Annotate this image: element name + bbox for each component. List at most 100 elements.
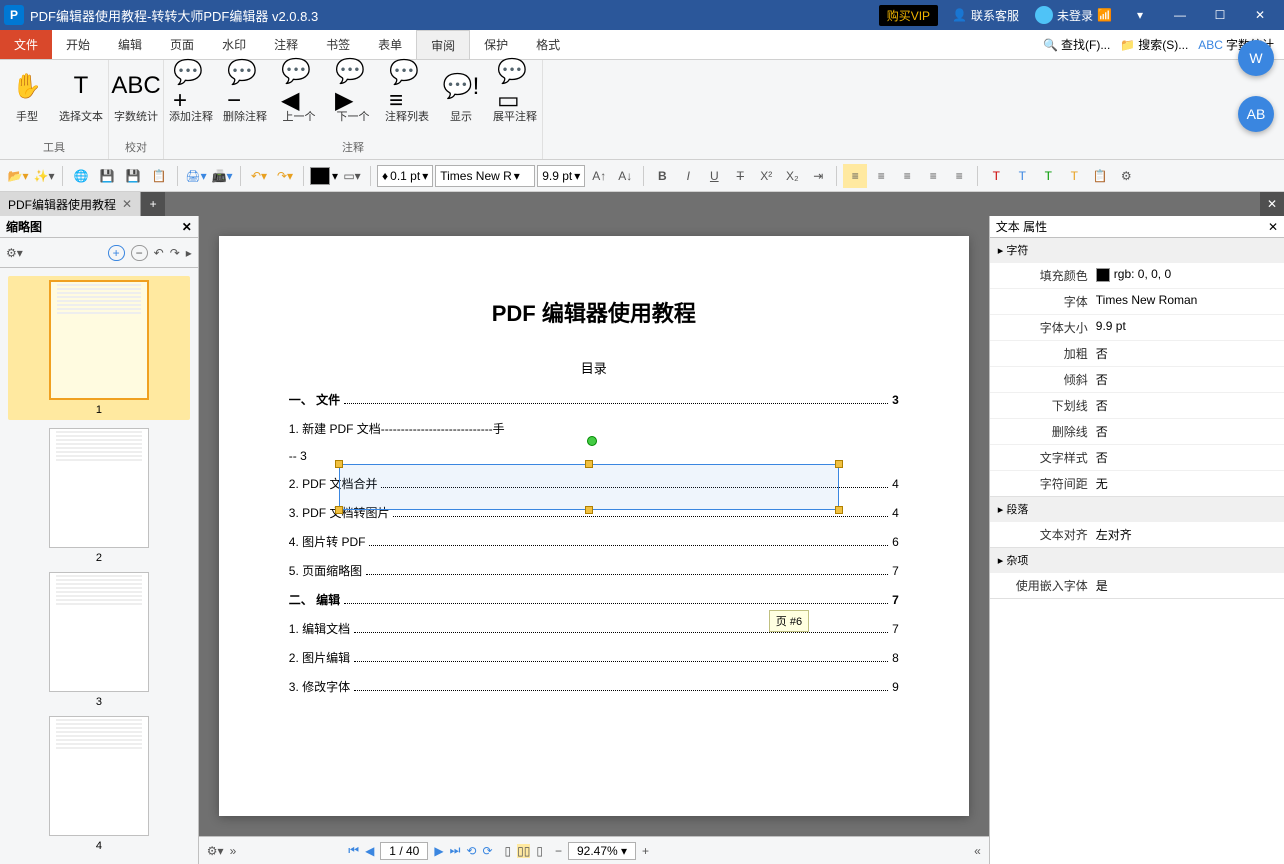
toc-line[interactable]: 一、 文件3 xyxy=(289,385,899,414)
last-page-button[interactable]: ⏭ xyxy=(450,843,461,858)
increase-font-button[interactable]: A↑ xyxy=(587,164,611,188)
thumbnail-item[interactable]: 1 xyxy=(8,276,190,420)
zoom-field[interactable]: 92.47% ▾ xyxy=(568,842,636,860)
props-section-header[interactable]: ▸ 段落 xyxy=(990,497,1284,521)
status-options-icon[interactable]: ⚙▾ xyxy=(207,844,224,858)
tab-edit[interactable]: 编辑 xyxy=(104,30,156,59)
ribbon-item[interactable]: 💬+添加注释 xyxy=(164,64,218,137)
selection-handle-se[interactable] xyxy=(835,506,843,514)
rotate-right-thumbs-icon[interactable]: ↷ xyxy=(170,246,180,260)
props-section-header[interactable]: ▸ 杂项 xyxy=(990,548,1284,572)
tab-bookmark[interactable]: 书签 xyxy=(312,30,364,59)
dropdown-window-button[interactable]: ▾ xyxy=(1120,1,1160,29)
thumbnails-list[interactable]: 1234 xyxy=(0,268,198,864)
find-button[interactable]: 🔍查找(F)... xyxy=(1043,36,1110,53)
selection-handle-n[interactable] xyxy=(585,460,593,468)
ribbon-item[interactable]: 💬◀上一个 xyxy=(272,64,326,137)
thumbs-options-icon[interactable]: ⚙▾ xyxy=(6,246,23,260)
web-button[interactable]: 🌐 xyxy=(69,164,93,188)
minimize-button[interactable]: — xyxy=(1160,1,1200,29)
props-row[interactable]: 字体Times New Roman xyxy=(990,288,1284,314)
font-size-field[interactable]: 9.9 pt▾ xyxy=(537,165,585,187)
close-thumbnails-icon[interactable]: ✕ xyxy=(182,220,192,234)
save-button[interactable]: 💾 xyxy=(95,164,119,188)
continuous-view-icon[interactable]: ▯▯ xyxy=(517,844,530,858)
ribbon-item[interactable]: ✋手型 xyxy=(0,64,54,137)
italic-button[interactable]: I xyxy=(676,164,700,188)
search-button[interactable]: 📁搜索(S)... xyxy=(1120,36,1188,53)
toc-line[interactable]: 2. 图片编辑8 xyxy=(289,643,899,672)
close-window-button[interactable]: ✕ xyxy=(1240,1,1280,29)
selection-handle-sw[interactable] xyxy=(335,506,343,514)
props-row[interactable]: 文本对齐左对齐 xyxy=(990,521,1284,547)
clipboard-button[interactable]: 📋 xyxy=(1088,164,1112,188)
undo-button[interactable]: ↶▾ xyxy=(247,164,271,188)
close-properties-icon[interactable]: ✕ xyxy=(1268,220,1278,234)
history-back-button[interactable]: ⟲ xyxy=(466,844,476,858)
props-row[interactable]: 倾斜否 xyxy=(990,366,1284,392)
props-row[interactable]: 字符间距无 xyxy=(990,470,1284,496)
color-picker[interactable] xyxy=(310,167,330,185)
tab-file[interactable]: 文件 xyxy=(0,30,52,59)
text-green-button[interactable]: T xyxy=(1036,164,1060,188)
indent-button[interactable]: ⇥ xyxy=(806,164,830,188)
single-page-view-icon[interactable]: ▯ xyxy=(505,844,512,858)
ribbon-item[interactable]: T选择文本 xyxy=(54,64,108,137)
align-center-button[interactable]: ≡ xyxy=(869,164,893,188)
buy-vip-button[interactable]: 购买VIP xyxy=(879,5,938,26)
toc-line[interactable]: 4. 图片转 PDF6 xyxy=(289,527,899,556)
decrease-font-button[interactable]: A↓ xyxy=(613,164,637,188)
login-status[interactable]: 未登录 📶 xyxy=(1035,6,1112,24)
close-tab-icon[interactable]: ✕ xyxy=(122,197,132,211)
props-row[interactable]: 填充颜色rgb: 0, 0, 0 xyxy=(990,262,1284,288)
tab-protect[interactable]: 保护 xyxy=(470,30,522,59)
selection-handle-s[interactable] xyxy=(585,506,593,514)
settings-button[interactable]: ⚙ xyxy=(1114,164,1138,188)
tab-comment[interactable]: 注释 xyxy=(260,30,312,59)
props-row[interactable]: 删除线否 xyxy=(990,418,1284,444)
color-dropdown-icon[interactable]: ▾ xyxy=(332,169,338,183)
float-word-button[interactable]: W xyxy=(1238,40,1274,76)
maximize-button[interactable]: ☐ xyxy=(1200,1,1240,29)
tab-start[interactable]: 开始 xyxy=(52,30,104,59)
zoom-in-thumbs-icon[interactable]: + xyxy=(108,245,125,261)
status-collapse-icon[interactable]: « xyxy=(974,844,981,858)
float-ab-button[interactable]: AB xyxy=(1238,96,1274,132)
redo-button[interactable]: ↷▾ xyxy=(273,164,297,188)
document-scroll[interactable]: PDF 编辑器使用教程 目录 一、 文件31. 新建 PDF 文档-------… xyxy=(199,216,989,836)
text-blue-button[interactable]: T xyxy=(1010,164,1034,188)
zoom-out-button[interactable]: − xyxy=(555,844,562,858)
strike-button[interactable]: T xyxy=(728,164,752,188)
superscript-button[interactable]: X² xyxy=(754,164,778,188)
align-distribute-button[interactable]: ≡ xyxy=(947,164,971,188)
page-number-field[interactable]: 1 / 40 xyxy=(380,842,428,860)
selection-handle-ne[interactable] xyxy=(835,460,843,468)
status-expand-icon[interactable]: » xyxy=(230,844,237,858)
bold-button[interactable]: B xyxy=(650,164,674,188)
first-page-button[interactable]: ⏮ xyxy=(348,843,359,858)
new-button[interactable]: ✨▾ xyxy=(32,164,56,188)
tab-watermark[interactable]: 水印 xyxy=(208,30,260,59)
rotate-left-thumbs-icon[interactable]: ↶ xyxy=(154,246,164,260)
open-button[interactable]: 📂▾ xyxy=(6,164,30,188)
ribbon-item[interactable]: 💬≡注释列表 xyxy=(380,64,434,137)
zoom-out-thumbs-icon[interactable]: − xyxy=(131,245,148,261)
props-row[interactable]: 使用嵌入字体是 xyxy=(990,572,1284,598)
ribbon-item[interactable]: 💬−删除注释 xyxy=(218,64,272,137)
toc-line[interactable]: 3. 修改字体9 xyxy=(289,672,899,701)
thumbnail-item[interactable]: 3 xyxy=(8,572,190,708)
saveall-button[interactable]: 💾 xyxy=(121,164,145,188)
font-family-field[interactable]: Times New R▾ xyxy=(435,165,535,187)
document-tab[interactable]: PDF编辑器使用教程 ✕ xyxy=(0,192,141,216)
close-all-tabs-button[interactable]: ✕ xyxy=(1260,192,1284,216)
tab-page[interactable]: 页面 xyxy=(156,30,208,59)
props-row[interactable]: 下划线否 xyxy=(990,392,1284,418)
copy-button[interactable]: 📋 xyxy=(147,164,171,188)
text-red-button[interactable]: T xyxy=(984,164,1008,188)
ribbon-item[interactable]: 💬▭展平注释 xyxy=(488,64,542,137)
line-style-button[interactable]: ▭▾ xyxy=(340,164,364,188)
props-row[interactable]: 加粗否 xyxy=(990,340,1284,366)
next-page-button[interactable]: ▶ xyxy=(434,844,443,858)
props-row[interactable]: 字体大小9.9 pt xyxy=(990,314,1284,340)
scan-button[interactable]: 📠▾ xyxy=(210,164,234,188)
